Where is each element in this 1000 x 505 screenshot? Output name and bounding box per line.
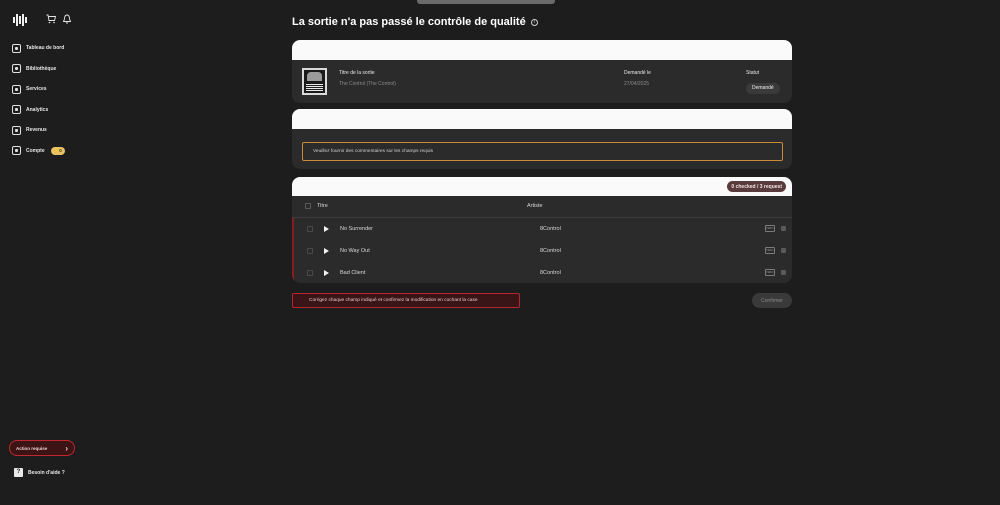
play-icon[interactable]	[324, 226, 329, 232]
sidebar-nav: Tableau de bord Bibliothèque Services An…	[12, 43, 65, 166]
release-title-field: Titre de la sortie The Control (The Cont…	[339, 70, 396, 87]
help-icon: ?	[14, 468, 23, 477]
help-link[interactable]: ? Besoin d'aide ?	[14, 468, 65, 477]
table-row[interactable]: No Way Out 8Control ISRC	[292, 240, 792, 262]
help-label: Besoin d'aide ?	[28, 469, 65, 476]
sidebar-item-label: Tableau de bord	[26, 45, 65, 51]
isrc-icon[interactable]: ISRC	[765, 269, 775, 276]
play-icon[interactable]	[324, 270, 329, 276]
home-icon	[12, 43, 21, 53]
status-badge: Demandé	[746, 82, 780, 94]
revenue-icon	[12, 125, 21, 135]
sidebar-item-label: Bibliothèque	[26, 65, 57, 72]
sidebar: Tableau de bord Bibliothèque Services An…	[0, 0, 90, 505]
account-icon	[12, 146, 21, 155]
release-cover	[302, 68, 327, 95]
card-header	[292, 109, 792, 129]
status-field: Statut Demandé	[746, 70, 780, 94]
sidebar-item-label: Services	[26, 86, 47, 92]
library-icon	[12, 64, 21, 73]
sidebar-item-services[interactable]: Services	[12, 84, 65, 94]
status-label: Statut	[746, 70, 760, 76]
comment-card: Veuillez fournir des commentaires sur le…	[292, 109, 792, 169]
release-title-label: Titre de la sortie	[339, 70, 375, 76]
page-title: La sortie n'a pas passé le contrôle de q…	[292, 16, 538, 28]
bell-icon[interactable]	[62, 14, 72, 24]
requested-value: 27/04/2025	[624, 81, 650, 87]
requested-label: Demandé le	[624, 70, 651, 76]
sidebar-item-label: Compte	[26, 147, 45, 154]
tracks-header: 0 checked / 3 request	[292, 177, 792, 196]
chevron-right-icon: ›	[65, 443, 68, 453]
confirm-button[interactable]: Confirmer	[752, 293, 792, 308]
menu-icon[interactable]	[781, 226, 786, 231]
column-title: Titre	[317, 203, 328, 209]
track-artist: 8Control	[540, 248, 561, 254]
sidebar-item-analytics[interactable]: Analytics	[12, 105, 65, 115]
track-title: Bad Client	[340, 270, 366, 276]
sidebar-item-account[interactable]: Compte ⚡0	[12, 146, 65, 156]
tracks-column-headers: Titre Artiste	[292, 196, 792, 218]
play-icon[interactable]	[324, 248, 329, 254]
release-title-value: The Control (The Control)	[339, 81, 396, 87]
table-row[interactable]: No Surrender 8Control ISRC	[292, 218, 792, 240]
sidebar-item-label: Revenus	[26, 127, 47, 133]
tracks-card: 0 checked / 3 request Titre Artiste No S…	[292, 177, 792, 283]
info-icon[interactable]: i	[530, 18, 538, 26]
checked-count-badge: 0 checked / 3 request	[727, 181, 786, 192]
column-artist: Artiste	[527, 203, 543, 209]
track-title: No Surrender	[340, 226, 374, 232]
sidebar-item-dashboard[interactable]: Tableau de bord	[12, 43, 65, 53]
select-all-checkbox[interactable]	[305, 203, 311, 209]
row-checkbox[interactable]	[307, 270, 313, 276]
scroll-indicator	[417, 0, 555, 4]
menu-icon[interactable]	[781, 248, 786, 253]
services-icon	[12, 84, 21, 94]
row-checkbox[interactable]	[307, 226, 313, 232]
release-card: Titre de la sortie The Control (The Cont…	[292, 40, 792, 103]
error-message: Corrigez chaque champ indiqué et confirm…	[292, 293, 520, 308]
action-required-label: Action requise	[16, 445, 48, 451]
requested-field: Demandé le 27/04/2025	[624, 70, 651, 87]
waveform-logo[interactable]	[13, 14, 27, 26]
table-row[interactable]: Bad Client 8Control ISRC	[292, 262, 792, 283]
credits-badge: ⚡0	[50, 146, 65, 155]
card-header	[292, 40, 792, 60]
menu-icon[interactable]	[781, 270, 786, 275]
sidebar-item-library[interactable]: Bibliothèque	[12, 64, 65, 74]
sidebar-item-revenue[interactable]: Revenus	[12, 125, 65, 135]
track-artist: 8Control	[540, 226, 561, 232]
isrc-icon[interactable]: ISRC	[765, 247, 775, 254]
sidebar-item-label: Analytics	[26, 106, 49, 113]
track-title: No Way Out	[340, 248, 370, 254]
action-required-button[interactable]: Action requise ›	[9, 440, 75, 456]
cart-icon[interactable]	[46, 14, 56, 24]
page-title-text: La sortie n'a pas passé le contrôle de q…	[292, 16, 526, 28]
analytics-icon	[12, 105, 21, 114]
comment-input[interactable]: Veuillez fournir des commentaires sur le…	[302, 142, 783, 161]
isrc-icon[interactable]: ISRC	[765, 225, 775, 232]
release-row: Titre de la sortie The Control (The Cont…	[292, 60, 792, 103]
track-artist: 8Control	[540, 270, 561, 276]
row-checkbox[interactable]	[307, 248, 313, 254]
